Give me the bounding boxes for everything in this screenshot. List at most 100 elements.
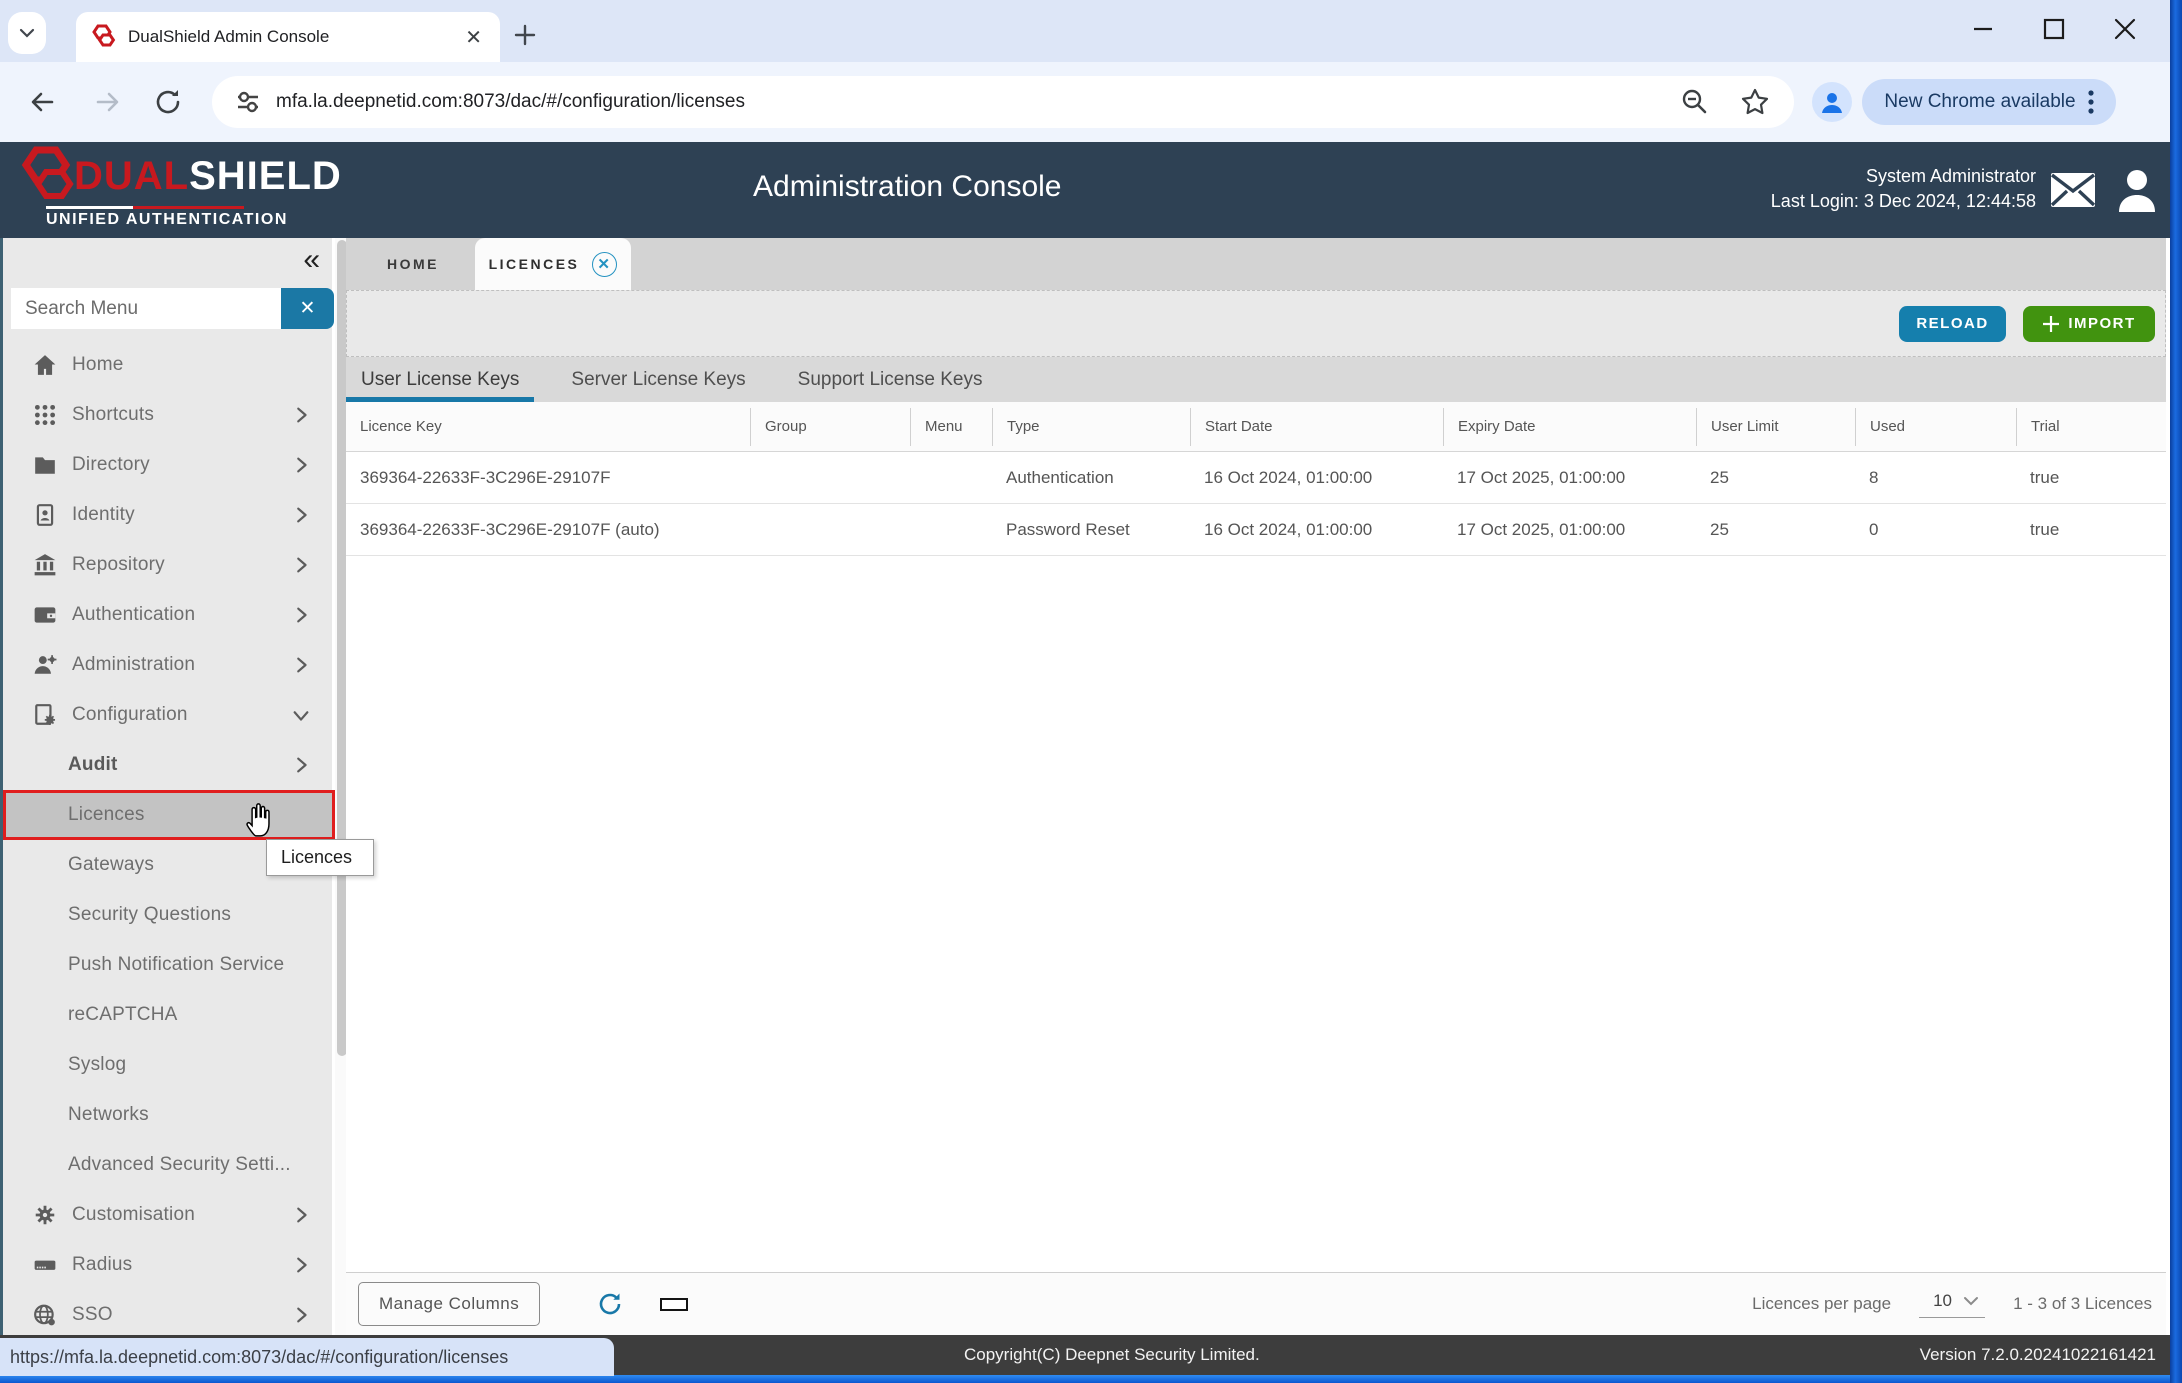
tab-close-icon[interactable]: ✕ — [465, 25, 482, 50]
sidebar-item-authentication[interactable]: Authentication — [3, 590, 335, 640]
subtab-support-license-keys[interactable]: Support License Keys — [783, 357, 998, 402]
cell-start-date: 16 Oct 2024, 01:00:00 — [1190, 468, 1443, 488]
back-icon[interactable] — [26, 86, 58, 118]
cell-expiry-date: 17 Oct 2025, 01:00:00 — [1443, 468, 1696, 488]
column-header-start-date[interactable]: Start Date — [1190, 408, 1443, 446]
sidebar-item-shortcuts[interactable]: Shortcuts — [3, 390, 335, 440]
sidebar-item-label: Networks — [68, 1104, 149, 1126]
table-row[interactable]: 369364-22633F-3C296E-29107F (auto) Passw… — [346, 504, 2166, 556]
per-page-select[interactable]: 10 — [1919, 1291, 1985, 1318]
sidebar-item-push-notification-service[interactable]: Push Notification Service — [3, 940, 335, 990]
sidebar-item-label: Radius — [72, 1254, 132, 1276]
browser-tab[interactable]: DualShield Admin Console ✕ — [76, 12, 500, 62]
cell-trial: true — [2016, 520, 2166, 540]
cell-licence-key: 369364-22633F-3C296E-29107F (auto) — [346, 520, 750, 540]
sidebar-item-label: Configuration — [72, 704, 188, 726]
tab-close-circle-icon[interactable]: ✕ — [592, 252, 617, 277]
brand-word-white: SHIELD — [189, 154, 342, 198]
sidebar-item-administration[interactable]: Administration — [3, 640, 335, 690]
screen-right-edge — [2170, 0, 2182, 1383]
column-header-licence-key[interactable]: Licence Key — [346, 408, 750, 446]
maximize-button[interactable] — [2042, 17, 2066, 41]
column-header-user-limit[interactable]: User Limit — [1696, 408, 1855, 446]
tab-licences[interactable]: LICENCES ✕ — [475, 238, 631, 290]
table-row[interactable]: 369364-22633F-3C296E-29107F Authenticati… — [346, 452, 2166, 504]
account-icon[interactable] — [2116, 168, 2158, 212]
subtab-user-license-keys[interactable]: User License Keys — [346, 357, 534, 402]
sidebar-item-home[interactable]: Home — [3, 340, 335, 390]
logo-rule — [46, 206, 244, 209]
sidebar-item-radius[interactable]: Radius — [3, 1240, 335, 1290]
url-text: mfa.la.deepnetid.com:8073/dac/#/configur… — [276, 91, 745, 113]
sidebar-item-directory[interactable]: Directory — [3, 440, 335, 490]
close-window-button[interactable] — [2112, 16, 2138, 42]
sidebar-item-licences[interactable]: Licences — [3, 790, 335, 840]
minimize-button[interactable] — [1970, 16, 1996, 42]
home-icon — [33, 353, 57, 377]
chevron-down-icon — [19, 28, 35, 38]
sidebar-collapse-button[interactable]: « — [303, 246, 320, 274]
sidebar-item-recaptcha[interactable]: reCAPTCHA — [3, 990, 335, 1040]
hand-cursor — [243, 800, 277, 838]
taskbar-edge — [0, 1375, 2182, 1383]
sidebar-item-syslog[interactable]: Syslog — [3, 1040, 335, 1090]
sidebar: « ✕ Home Shortcuts Directory — [0, 238, 332, 1335]
per-page-label: Licences per page — [1752, 1294, 1891, 1314]
forward-icon[interactable] — [92, 86, 124, 118]
column-header-trial[interactable]: Trial — [2016, 408, 2166, 446]
sidebar-item-audit[interactable]: Audit — [3, 740, 335, 790]
sidebar-item-label: Repository — [72, 554, 165, 576]
resize-handle-icon[interactable] — [660, 1298, 688, 1311]
chevron-right-icon — [291, 555, 311, 575]
sidebar-item-configuration[interactable]: Configuration — [3, 690, 335, 740]
kebab-menu-icon[interactable] — [2088, 89, 2094, 115]
chrome-update-button[interactable]: New Chrome available — [1862, 79, 2116, 125]
sidebar-item-sso[interactable]: SSO — [3, 1290, 335, 1340]
reload-page-icon[interactable] — [152, 86, 184, 118]
sso-icon — [33, 1303, 57, 1327]
tab-search-button[interactable] — [8, 12, 46, 54]
column-header-group[interactable]: Group — [750, 408, 910, 446]
import-label: IMPORT — [2068, 315, 2135, 332]
reload-button[interactable]: RELOAD — [1899, 306, 2006, 342]
cell-trial: true — [2016, 468, 2166, 488]
sidebar-item-security-questions[interactable]: Security Questions — [3, 890, 335, 940]
cell-type: Authentication — [992, 468, 1190, 488]
sidebar-item-identity[interactable]: Identity — [3, 490, 335, 540]
sidebar-item-repository[interactable]: Repository — [3, 540, 335, 590]
sidebar-item-label: Security Questions — [68, 904, 231, 926]
bookmark-star-icon[interactable] — [1740, 87, 1770, 117]
sidebar-item-advanced-security-settings[interactable]: Advanced Security Setti... — [3, 1140, 335, 1190]
last-login: Last Login: 3 Dec 2024, 12:44:58 — [1771, 189, 2036, 214]
plus-icon — [512, 22, 538, 48]
new-tab-button[interactable] — [512, 22, 538, 48]
sidebar-item-label: Licences — [68, 804, 145, 826]
dualshield-favicon — [90, 24, 116, 50]
cell-type: Password Reset — [992, 520, 1190, 540]
column-header-used[interactable]: Used — [1855, 408, 2016, 446]
main-panel: HOME LICENCES ✕ RELOAD IMPORT User Licen… — [346, 238, 2166, 1335]
sidebar-item-label: Identity — [72, 504, 135, 526]
subtab-server-license-keys[interactable]: Server License Keys — [556, 357, 760, 402]
zoom-icon[interactable] — [1680, 87, 1710, 117]
import-button[interactable]: IMPORT — [2023, 306, 2155, 342]
manage-columns-button[interactable]: Manage Columns — [358, 1282, 540, 1326]
mail-icon[interactable] — [2050, 172, 2096, 208]
address-bar[interactable]: mfa.la.deepnetid.com:8073/dac/#/configur… — [212, 76, 1794, 128]
sidebar-item-customisation[interactable]: Customisation — [3, 1190, 335, 1240]
search-clear-button[interactable]: ✕ — [281, 288, 334, 329]
search-input[interactable] — [11, 288, 281, 329]
column-header-menu[interactable]: Menu — [910, 408, 992, 446]
document-tabs: HOME LICENCES ✕ — [346, 238, 2166, 290]
tab-home[interactable]: HOME — [374, 238, 452, 290]
site-info-icon[interactable] — [234, 88, 262, 116]
cell-licence-key: 369364-22633F-3C296E-29107F — [346, 468, 750, 488]
sidebar-item-networks[interactable]: Networks — [3, 1090, 335, 1140]
profile-avatar[interactable] — [1812, 82, 1852, 122]
chevron-down-icon — [1963, 1296, 1979, 1306]
chevron-down-icon — [291, 705, 311, 725]
column-header-expiry-date[interactable]: Expiry Date — [1443, 408, 1696, 446]
column-header-type[interactable]: Type — [992, 408, 1190, 446]
refresh-icon[interactable] — [596, 1290, 624, 1318]
sidebar-item-label: Gateways — [68, 854, 154, 876]
